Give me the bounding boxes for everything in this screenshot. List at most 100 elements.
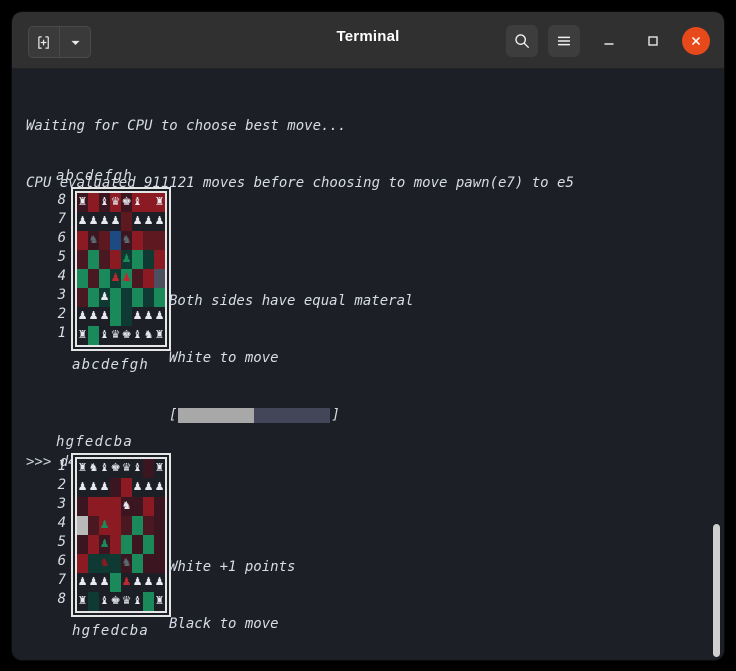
board1-square[interactable]: ♝ [99,326,110,345]
board1-square[interactable] [132,288,143,307]
board2-square[interactable]: ♟ [99,535,110,554]
search-button[interactable] [506,25,538,57]
board1-square[interactable] [88,326,99,345]
board1-square[interactable]: ♜ [154,193,165,212]
board1-square[interactable]: ♞ [88,231,99,250]
board2-square[interactable] [77,497,88,516]
board1-square[interactable] [154,288,165,307]
board2-square[interactable] [121,516,132,535]
board2-square[interactable] [121,478,132,497]
board1-square[interactable] [99,250,110,269]
board2-square[interactable] [77,535,88,554]
board1-square[interactable]: ♚ [121,326,132,345]
board2-square[interactable] [110,535,121,554]
board1-square[interactable]: ♝ [132,326,143,345]
board1-square[interactable] [88,288,99,307]
board2-square[interactable] [143,516,154,535]
board2-square[interactable]: ♟ [121,573,132,592]
board2-square[interactable] [88,497,99,516]
board2-square[interactable]: ♚ [110,459,121,478]
board1-square[interactable]: ♝ [99,193,110,212]
board1-square[interactable]: ♟ [99,307,110,326]
board1-square[interactable]: ♟ [99,288,110,307]
board2-square[interactable] [154,535,165,554]
board2-square[interactable]: ♟ [143,478,154,497]
board1-square[interactable] [88,269,99,288]
board2-square[interactable]: ♛ [121,459,132,478]
board1-square[interactable]: ♟ [143,212,154,231]
board1-square[interactable]: ♜ [77,326,88,345]
board1-square[interactable] [143,250,154,269]
board2-square[interactable] [99,497,110,516]
board1-square[interactable]: ♜ [154,326,165,345]
board2-square[interactable] [88,554,99,573]
board2-square[interactable] [143,535,154,554]
board2-square[interactable]: ♞ [121,554,132,573]
close-button[interactable] [682,27,710,55]
board1-square[interactable]: ♟ [143,307,154,326]
board1-square[interactable] [121,288,132,307]
board1-square[interactable] [143,231,154,250]
board1-square[interactable] [88,193,99,212]
board2-square[interactable] [143,592,154,611]
board2-square[interactable]: ♝ [99,459,110,478]
board2-square[interactable]: ♟ [88,573,99,592]
board2-square[interactable] [110,573,121,592]
board1-square[interactable] [77,250,88,269]
board1-square[interactable] [132,250,143,269]
board1-square[interactable]: ♟ [88,307,99,326]
board2-square[interactable]: ♜ [77,459,88,478]
board1-square[interactable]: ♟ [77,307,88,326]
board2-square[interactable]: ♝ [132,459,143,478]
board2-square[interactable]: ♟ [143,573,154,592]
board1-square[interactable] [77,288,88,307]
board2-square[interactable] [143,459,154,478]
board1-square[interactable] [132,269,143,288]
menu-button[interactable] [548,25,580,57]
board1-square[interactable]: ♟ [77,212,88,231]
board1-square[interactable]: ♟ [121,250,132,269]
board2-square[interactable]: ♜ [154,592,165,611]
board2-square[interactable] [132,497,143,516]
board1-square[interactable]: ♛ [110,193,121,212]
scrollbar-thumb[interactable] [713,524,720,657]
board1-square[interactable]: ♟ [132,212,143,231]
board1-square[interactable]: ♚ [121,193,132,212]
board2-square[interactable] [77,554,88,573]
board2-square[interactable]: ♜ [154,459,165,478]
board1-square[interactable] [77,231,88,250]
board2-square[interactable] [77,516,88,535]
board2-square[interactable] [154,497,165,516]
board1-square[interactable]: ♟ [154,307,165,326]
board2-square[interactable] [121,535,132,554]
board1-square[interactable] [121,212,132,231]
board1-square[interactable] [99,269,110,288]
board2-grid[interactable]: ♜ ♞ ♝ ♚ ♛ ♝ ♜ ♟ ♟ ♟ ♟ ♟ ♟ ♞ ♟ ♟ ♞ ♞ ♟ ♟ ♟ ♟ ♟ ♟ ♟ ♜ ♝ ♚ ♛ ♝ ♜ [77,459,165,611]
board2-square[interactable]: ♚ [110,592,121,611]
board2-square[interactable] [88,592,99,611]
board1-square[interactable] [143,193,154,212]
board2-square[interactable]: ♟ [99,478,110,497]
board1-square[interactable]: ♞ [143,326,154,345]
board2-square[interactable] [110,516,121,535]
board2-square[interactable]: ♞ [99,554,110,573]
scrollbar[interactable] [711,69,721,660]
board1-grid[interactable]: ♜ ♝ ♛ ♚ ♝ ♜ ♟ ♟ ♟ ♟ ♟ ♟ ♟ ♞ ♞ ♟ ♟ ♟ ♟ ♟ ♟ ♟ ♟ ♟ ♟ ♜ ♝ ♛ ♚ ♝ ♞ ♜ [77,193,165,345]
board1-square[interactable]: ♞ [121,231,132,250]
board2-square[interactable] [132,516,143,535]
board2-square[interactable]: ♝ [132,592,143,611]
board1-square[interactable]: ♟ [88,212,99,231]
board2-square[interactable]: ♛ [121,592,132,611]
board1-square[interactable]: ♟ [110,212,121,231]
board1-square[interactable]: ♟ [121,269,132,288]
terminal-content[interactable]: Waiting for CPU to choose best move... C… [12,69,724,660]
board1-square[interactable]: ♟ [132,307,143,326]
board2-square[interactable] [154,516,165,535]
board2-square[interactable]: ♟ [77,573,88,592]
board2-square[interactable]: ♜ [77,592,88,611]
board2-square[interactable]: ♟ [132,573,143,592]
board1-square[interactable] [154,231,165,250]
board1-square[interactable]: ♟ [154,212,165,231]
board1-square[interactable] [77,269,88,288]
board2-square[interactable]: ♞ [88,459,99,478]
